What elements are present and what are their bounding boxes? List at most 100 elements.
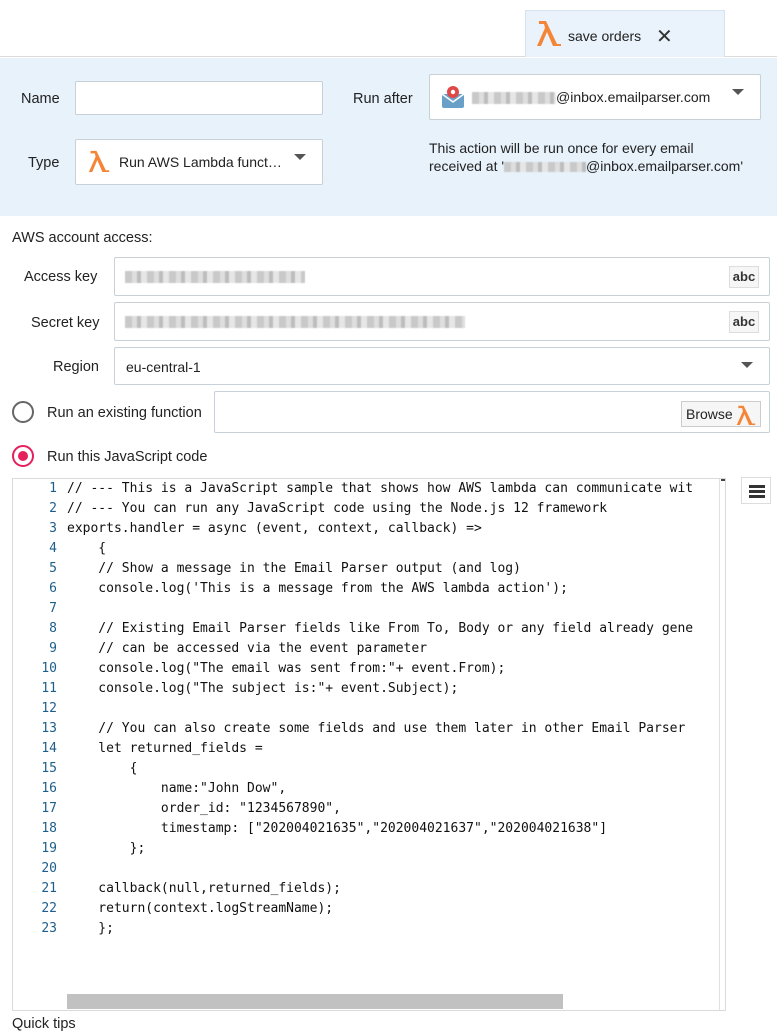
run-info-line1: This action will be run once for every e… [429,140,694,156]
mail-inbox-icon [441,86,465,108]
code-line: 12 [13,699,725,719]
abc-spellcheck-icon[interactable]: abc [729,266,759,288]
type-value: Run AWS Lambda funct… [119,154,282,170]
code-lines: 1 // --- This is a JavaScript sample that… [13,479,725,939]
menu-icon[interactable] [741,477,771,504]
line-number: 10 [41,661,57,676]
code-line: 6 console.log('This is a message from th… [13,579,725,599]
line-number: 12 [41,701,57,716]
region-select[interactable]: eu-central-1 [114,347,770,385]
code-text: console.log("The email was sent from:"+ … [67,661,506,676]
code-text: timestamp: ["202004021635","202004021637… [67,821,608,836]
redacted-secret-key [125,316,465,328]
line-number: 8 [49,621,57,636]
code-line: 10 console.log("The email was sent from:… [13,659,725,679]
code-text: }; [67,921,114,936]
lambda-icon [537,21,561,46]
line-number: 7 [49,601,57,616]
line-number: 2 [49,501,57,516]
region-value: eu-central-1 [126,359,201,375]
code-text: return(context.logStreamName); [67,901,334,916]
run-info-suffix: @inbox.emailparser.com' [586,158,743,174]
vertical-scrollbar-track[interactable] [719,479,720,1010]
code-line: 22 return(context.logStreamName); [13,899,725,919]
line-number: 15 [41,761,57,776]
code-text: }; [67,841,146,856]
tab-title: save orders [568,28,642,44]
secret-key-label: Secret key [31,315,100,331]
close-icon[interactable]: ✕ [656,24,673,49]
line-number: 18 [41,821,57,836]
chevron-down-icon [732,89,744,95]
code-line: 17 order_id: "1234567890", [13,799,725,819]
code-line: 14 let returned_fields = [13,739,725,759]
run-after-label: Run after [353,91,413,107]
code-line: 21 callback(null,returned_fields); [13,879,725,899]
code-line: 7 [13,599,725,619]
line-number: 4 [49,541,57,556]
quick-tips-label: Quick tips [12,1016,76,1032]
code-text: // --- You can run any JavaScript code u… [67,501,608,516]
run-code-radio[interactable] [12,445,34,467]
code-line: 3 exports.handler = async (event, context… [13,519,725,539]
code-line: 8 // Existing Email Parser fields like F… [13,619,725,639]
action-settings-panel: Name Type Run AWS Lambda funct… Run afte… [0,58,777,216]
code-line: 20 [13,859,725,879]
line-number: 6 [49,581,57,596]
code-line: 16 name:"John Dow", [13,779,725,799]
existing-function-radio[interactable] [12,401,34,423]
redacted-email-user [472,92,556,104]
line-number: 9 [49,641,57,656]
code-line: 5 // Show a message in the Email Parser … [13,559,725,579]
line-number: 1 [49,481,57,496]
code-text: console.log("The subject is:"+ event.Sub… [67,681,459,696]
code-line: 11 console.log("The subject is:"+ event.… [13,679,725,699]
line-number: 11 [41,681,57,696]
code-line: 18 timestamp: ["202004021635","202004021… [13,819,725,839]
code-line: 23 }; [13,919,725,939]
name-input[interactable] [75,81,323,115]
code-editor[interactable]: 1 // --- This is a JavaScript sample that… [12,478,726,1011]
run-after-select[interactable]: @inbox.emailparser.com [429,74,761,120]
vertical-scrollbar-thumb[interactable] [721,479,725,481]
line-number: 3 [49,521,57,536]
code-text: // --- This is a JavaScript sample that … [67,481,694,496]
line-number: 20 [41,861,57,876]
browse-button[interactable]: Browse [681,401,761,427]
code-line: 19 }; [13,839,725,859]
run-code-label[interactable]: Run this JavaScript code [47,449,207,465]
type-select[interactable]: Run AWS Lambda funct… [75,139,323,185]
line-number: 13 [41,721,57,736]
code-text: // Show a message in the Email Parser ou… [67,561,521,576]
run-after-email: @inbox.emailparser.com [556,89,711,105]
abc-spellcheck-icon[interactable]: abc [729,311,759,333]
line-number: 23 [41,921,57,936]
code-text: { [67,541,107,556]
region-label: Region [53,359,99,375]
lambda-icon [736,405,756,425]
chevron-down-icon [741,362,753,368]
secret-key-input[interactable]: abc [114,302,770,341]
code-line: 13 // You can also create some fields an… [13,719,725,739]
access-key-input[interactable]: abc [114,257,770,296]
lambda-icon [88,150,110,172]
code-line: 4 { [13,539,725,559]
code-text: let returned_fields = [67,741,263,756]
line-number: 21 [41,881,57,896]
existing-function-label[interactable]: Run an existing function [47,405,202,421]
line-number: 22 [41,901,57,916]
tab-save-orders[interactable]: save orders ✕ [525,10,725,57]
code-text: callback(null,returned_fields); [67,881,341,896]
chevron-down-icon [294,154,306,160]
code-text: // can be accessed via the event paramet… [67,641,428,656]
browse-label: Browse [686,406,733,422]
horizontal-scrollbar-thumb[interactable] [67,994,563,1009]
code-text: console.log('This is a message from the … [67,581,568,596]
type-label: Type [28,155,60,171]
line-number: 17 [41,801,57,816]
access-key-label: Access key [24,269,98,285]
code-text: // Existing Email Parser fields like Fro… [67,621,694,636]
tab-bar: save orders ✕ [0,0,777,57]
code-text: { [67,761,138,776]
function-name-input[interactable]: Browse [214,391,770,433]
